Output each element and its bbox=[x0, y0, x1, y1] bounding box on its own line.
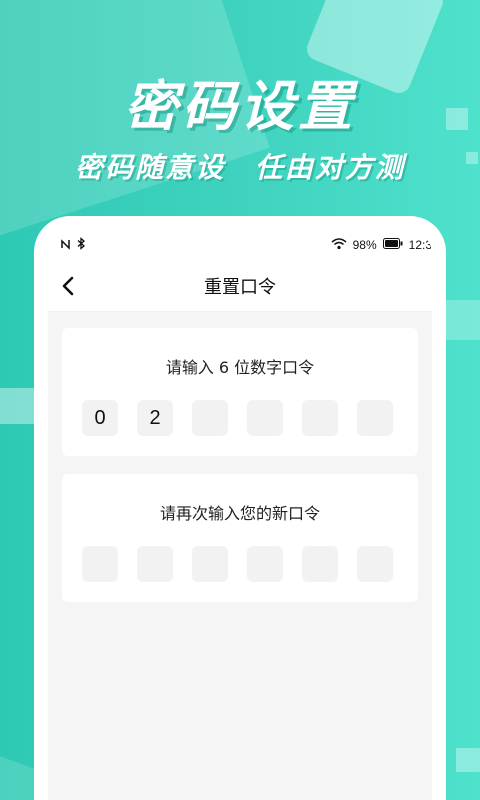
promo-subtitle: 密码随意设 任由对方测 bbox=[75, 151, 405, 184]
code-digit-box[interactable] bbox=[192, 400, 228, 436]
code-digit-box[interactable]: 0 bbox=[82, 400, 118, 436]
first-entry-card: 请输入 6 位数字口令 0 2 bbox=[62, 328, 418, 456]
code-digit-box[interactable] bbox=[302, 546, 338, 582]
code-digit-box[interactable] bbox=[247, 546, 283, 582]
battery-icon bbox=[382, 238, 403, 252]
chevron-left-icon bbox=[62, 276, 74, 296]
bluetooth-icon bbox=[76, 237, 86, 253]
second-code-input[interactable] bbox=[62, 546, 418, 582]
clock: 12:3 bbox=[408, 238, 432, 252]
promo-title: 密码设置 bbox=[124, 75, 356, 138]
first-entry-label: 请输入 6 位数字口令 bbox=[165, 358, 315, 377]
first-code-input[interactable]: 0 2 bbox=[62, 400, 418, 436]
second-entry-card: 请再次输入您的新口令 bbox=[62, 474, 418, 602]
code-digit-box[interactable] bbox=[357, 546, 393, 582]
back-button[interactable] bbox=[54, 272, 82, 300]
nfc-icon bbox=[60, 238, 72, 253]
code-digit-box[interactable] bbox=[357, 400, 393, 436]
app-screen: 98% 12:3 重置口令 请输入 6 位数字口令 0 2 请再次输入您的新口令 bbox=[48, 230, 432, 800]
code-digit-box[interactable] bbox=[192, 546, 228, 582]
wifi-icon bbox=[331, 237, 347, 253]
page-title: 重置口令 bbox=[204, 276, 276, 298]
code-digit-box[interactable]: 2 bbox=[137, 400, 173, 436]
second-entry-label: 请再次输入您的新口令 bbox=[159, 504, 320, 523]
code-digit-box[interactable] bbox=[247, 400, 283, 436]
background-shape bbox=[440, 300, 480, 340]
code-digit-box[interactable] bbox=[302, 400, 338, 436]
code-digit-box[interactable] bbox=[137, 546, 173, 582]
background-shape bbox=[456, 748, 480, 772]
battery-percent: 98% bbox=[352, 238, 377, 252]
code-digit-box[interactable] bbox=[82, 546, 118, 582]
background-shape bbox=[0, 388, 36, 424]
nav-bar: 重置口令 bbox=[48, 260, 432, 312]
phone-frame: 98% 12:3 重置口令 请输入 6 位数字口令 0 2 请再次输入您的新口令 bbox=[34, 216, 446, 800]
status-bar: 98% 12:3 bbox=[48, 230, 432, 260]
